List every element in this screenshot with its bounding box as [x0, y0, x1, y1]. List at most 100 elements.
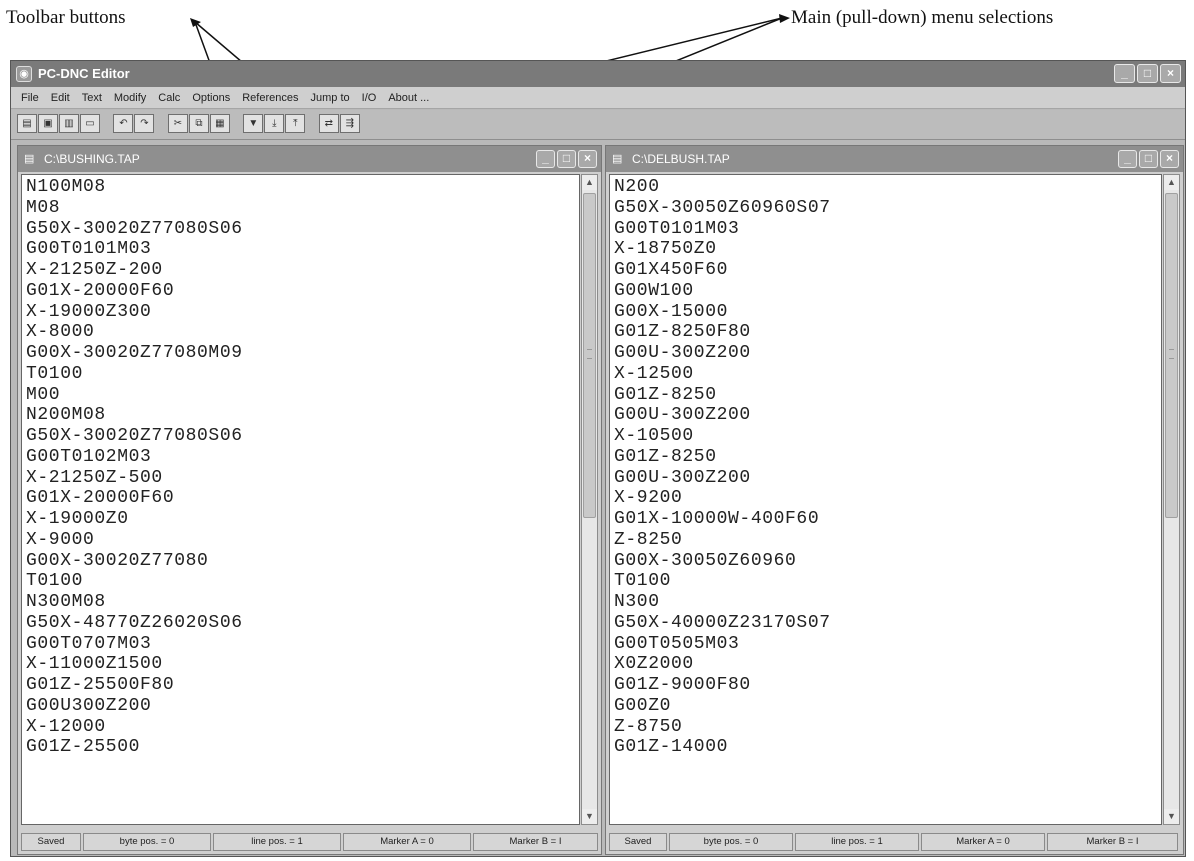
code-line[interactable]: N200M08: [26, 405, 579, 426]
code-editor-area[interactable]: N200 G50X-30050Z60960S07 G00T0101M03 X-1875…: [609, 174, 1162, 825]
close-icon[interactable]: ×: [1160, 150, 1179, 168]
code-line[interactable]: X-19000Z300: [26, 302, 579, 323]
code-line[interactable]: G00X-30020Z77080M09: [26, 343, 579, 364]
code-line[interactable]: X-19000Z0: [26, 509, 579, 530]
download-icon[interactable]: ⤓: [264, 114, 285, 133]
menu-edit[interactable]: Edit: [45, 92, 76, 104]
code-line[interactable]: N300: [614, 592, 1161, 613]
filter-icon[interactable]: ▼: [243, 114, 264, 133]
maximize-icon[interactable]: □: [557, 150, 576, 168]
redo-icon[interactable]: ↷: [134, 114, 155, 133]
code-line[interactable]: G50X-30050Z60960S07: [614, 198, 1161, 219]
code-editor-area[interactable]: N100M08 M08 G50X-30020Z77080S06 G00T0101M03…: [21, 174, 580, 825]
menu-modify[interactable]: Modify: [108, 92, 152, 104]
code-line[interactable]: X-9200: [614, 488, 1161, 509]
code-line[interactable]: G00T0102M03: [26, 447, 579, 468]
editor-titlebar[interactable]: ▤ C:\BUSHING.TAP _ □ ×: [18, 146, 601, 172]
document-icon[interactable]: ▤: [612, 152, 622, 165]
code-line[interactable]: M00: [26, 385, 579, 406]
menu-file[interactable]: File: [15, 92, 45, 104]
code-line[interactable]: N300M08: [26, 592, 579, 613]
code-line[interactable]: X-10500: [614, 426, 1161, 447]
code-line[interactable]: G50X-40000Z23170S07: [614, 613, 1161, 634]
window-icon[interactable]: ▭: [80, 114, 100, 133]
code-line[interactable]: G00W100: [614, 281, 1161, 302]
menu-text[interactable]: Text: [76, 92, 108, 104]
editor-titlebar[interactable]: ▤ C:\DELBUSH.TAP _ □ ×: [606, 146, 1183, 172]
menu-calc[interactable]: Calc: [152, 92, 186, 104]
code-line[interactable]: G00U-300Z200: [614, 468, 1161, 489]
code-line[interactable]: G00X-15000: [614, 302, 1161, 323]
copy-icon[interactable]: ⧉: [188, 114, 209, 133]
maximize-icon[interactable]: □: [1139, 150, 1158, 168]
scroll-thumb[interactable]: [583, 193, 596, 518]
undo-icon[interactable]: ↶: [113, 114, 134, 133]
code-line[interactable]: G00T0101M03: [614, 219, 1161, 240]
code-line[interactable]: G01X-10000W-400F60: [614, 509, 1161, 530]
code-line[interactable]: N100M08: [26, 177, 579, 198]
code-line[interactable]: Z-8250: [614, 530, 1161, 551]
scroll-up-icon[interactable]: ▲: [582, 175, 597, 190]
code-line[interactable]: G00X-30020Z77080: [26, 551, 579, 572]
code-line[interactable]: X-8000: [26, 322, 579, 343]
code-line[interactable]: G01Z-9000F80: [614, 675, 1161, 696]
minimize-icon[interactable]: _: [1118, 150, 1137, 168]
code-line[interactable]: X0Z2000: [614, 654, 1161, 675]
code-line[interactable]: G00T0101M03: [26, 239, 579, 260]
code-line[interactable]: G01Z-8250: [614, 447, 1161, 468]
scroll-up-icon[interactable]: ▲: [1164, 175, 1179, 190]
menu-references[interactable]: References: [236, 92, 304, 104]
code-line[interactable]: T0100: [26, 571, 579, 592]
code-line[interactable]: X-9000: [26, 530, 579, 551]
app-titlebar[interactable]: ◉ PC-DNC Editor _ □ ×: [11, 61, 1185, 87]
code-line[interactable]: G00T0505M03: [614, 634, 1161, 655]
scroll-down-icon[interactable]: ▼: [1164, 809, 1179, 824]
code-line[interactable]: G01Z-25500: [26, 737, 579, 758]
close-icon[interactable]: ×: [578, 150, 597, 168]
upload-icon[interactable]: ⤒: [285, 114, 306, 133]
code-line[interactable]: G00U300Z200: [26, 696, 579, 717]
menu-options[interactable]: Options: [186, 92, 236, 104]
menu-about[interactable]: About ...: [382, 92, 435, 104]
maximize-icon[interactable]: □: [1137, 64, 1158, 83]
scroll-down-icon[interactable]: ▼: [582, 809, 597, 824]
minimize-icon[interactable]: _: [536, 150, 555, 168]
code-line[interactable]: X-11000Z1500: [26, 654, 579, 675]
code-line[interactable]: G50X-48770Z26020S06: [26, 613, 579, 634]
menu-jump-to[interactable]: Jump to: [305, 92, 356, 104]
code-line[interactable]: X-12000: [26, 717, 579, 738]
scroll-thumb[interactable]: [1165, 193, 1178, 518]
code-line[interactable]: X-21250Z-500: [26, 468, 579, 489]
print-icon[interactable]: ▥: [59, 114, 79, 133]
minimize-icon[interactable]: _: [1114, 64, 1135, 83]
code-line[interactable]: G01Z-8250: [614, 385, 1161, 406]
code-line[interactable]: G01Z-25500F80: [26, 675, 579, 696]
code-line[interactable]: Z-8750: [614, 717, 1161, 738]
code-line[interactable]: X-21250Z-200: [26, 260, 579, 281]
vertical-scrollbar[interactable]: ▲ ▼: [581, 174, 598, 825]
code-line[interactable]: G01Z-14000: [614, 737, 1161, 758]
code-line[interactable]: T0100: [26, 364, 579, 385]
code-line[interactable]: G00T0707M03: [26, 634, 579, 655]
cut-icon[interactable]: ✂: [167, 114, 188, 133]
menu-io[interactable]: I/O: [356, 92, 383, 104]
code-line[interactable]: G00Z0: [614, 696, 1161, 717]
split-icon[interactable]: ⇶: [339, 114, 360, 133]
save-icon[interactable]: ▣: [38, 114, 58, 133]
code-line[interactable]: G00U-300Z200: [614, 343, 1161, 364]
code-line[interactable]: G00X-30050Z60960: [614, 551, 1161, 572]
close-icon[interactable]: ×: [1160, 64, 1181, 83]
code-line[interactable]: G01X-20000F60: [26, 488, 579, 509]
code-line[interactable]: G50X-30020Z77080S06: [26, 426, 579, 447]
app-icon[interactable]: ◉: [16, 66, 32, 82]
code-line[interactable]: M08: [26, 198, 579, 219]
code-line[interactable]: G50X-30020Z77080S06: [26, 219, 579, 240]
paste-icon[interactable]: ▦: [209, 114, 230, 133]
code-line[interactable]: G01X-20000F60: [26, 281, 579, 302]
compare-icon[interactable]: ⇄: [318, 114, 339, 133]
code-line[interactable]: X-12500: [614, 364, 1161, 385]
code-line[interactable]: G01X450F60: [614, 260, 1161, 281]
vertical-scrollbar[interactable]: ▲ ▼: [1163, 174, 1180, 825]
document-icon[interactable]: ▤: [24, 152, 34, 165]
code-line[interactable]: N200: [614, 177, 1161, 198]
